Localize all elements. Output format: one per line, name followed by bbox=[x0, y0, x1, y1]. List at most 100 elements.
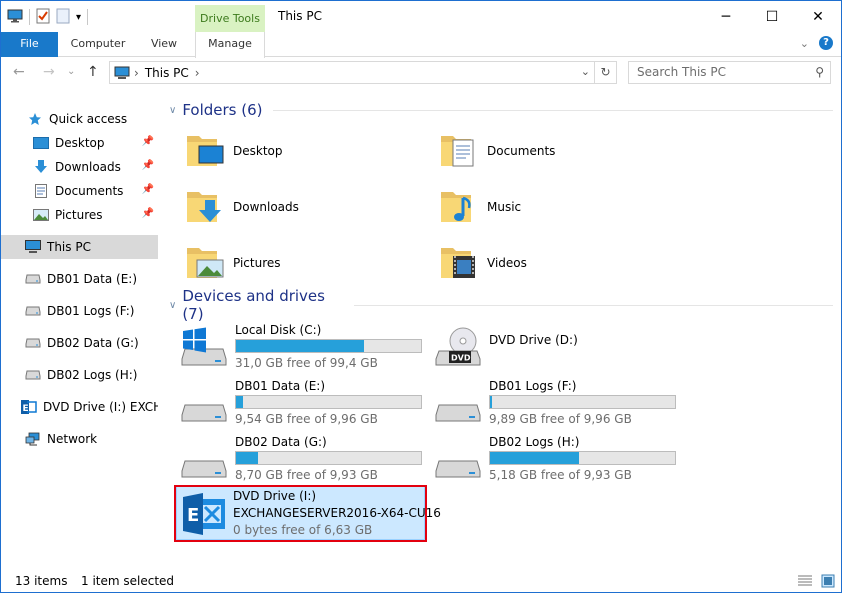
svg-text:E: E bbox=[23, 404, 29, 414]
up-button[interactable]: ↑ bbox=[87, 64, 99, 80]
disk-usage-fill bbox=[490, 396, 492, 408]
computer-icon bbox=[25, 239, 41, 255]
collapse-ribbon-icon[interactable]: ⌄ bbox=[800, 37, 809, 50]
sidebar-item-dvd-drive-i[interactable]: E DVD Drive (I:) EXCHA bbox=[1, 395, 158, 419]
sidebar-item-downloads[interactable]: Downloads 📌 bbox=[1, 155, 158, 179]
path-chevron[interactable]: › bbox=[195, 66, 200, 80]
drive-tools-context-tab: Drive Tools bbox=[195, 5, 265, 32]
hard-drive-icon bbox=[433, 439, 483, 479]
address-path[interactable]: This PC bbox=[145, 66, 189, 80]
pin-icon[interactable]: 📌 bbox=[142, 160, 154, 171]
hard-drive-icon bbox=[179, 383, 229, 423]
address-dropdown-icon[interactable]: ⌄ bbox=[581, 65, 590, 78]
pin-icon[interactable]: 📌 bbox=[142, 136, 154, 147]
minimize-button[interactable]: ─ bbox=[703, 1, 749, 32]
drive-db01-logs-f[interactable]: DB01 Logs (F:) 9,89 GB free of 9,96 GB bbox=[429, 375, 683, 427]
search-input[interactable]: Search This PC ⚲ bbox=[628, 61, 831, 84]
pin-icon[interactable]: 📌 bbox=[142, 184, 154, 195]
folder-desktop[interactable]: Desktop bbox=[185, 125, 425, 177]
drive-icon bbox=[25, 335, 41, 351]
details-view-icon[interactable] bbox=[797, 574, 813, 591]
tab-view[interactable]: View bbox=[141, 32, 187, 57]
sidebar-item-db01-data[interactable]: DB01 Data (E:) bbox=[1, 267, 158, 291]
network-icon bbox=[25, 431, 41, 447]
help-icon[interactable]: ? bbox=[819, 36, 833, 50]
drive-local-disk-c[interactable]: Local Disk (C:) 31,0 GB free of 99,4 GB bbox=[175, 319, 429, 371]
ribbon-tabs: File Computer View Manage ⌄ ? bbox=[1, 32, 841, 58]
pin-icon[interactable]: 📌 bbox=[142, 208, 154, 219]
close-button[interactable]: ✕ bbox=[795, 1, 841, 32]
exchange-icon: E bbox=[21, 399, 37, 415]
disk-usage-bar bbox=[235, 339, 422, 353]
group-divider bbox=[353, 304, 833, 306]
downloads-folder-icon bbox=[185, 186, 225, 229]
properties-icon[interactable] bbox=[36, 8, 50, 27]
drive-dvd-d[interactable]: DVD DVD Drive (D:) bbox=[429, 319, 683, 371]
sidebar-item-db02-data[interactable]: DB02 Data (G:) bbox=[1, 331, 158, 355]
dvd-drive-icon: DVD bbox=[433, 327, 483, 367]
music-folder-icon bbox=[439, 186, 479, 229]
quick-access-toolbar: ▾ bbox=[7, 7, 89, 27]
folders-group-header[interactable]: ∨ Folders (6) bbox=[169, 99, 833, 121]
desktop-folder-icon bbox=[185, 130, 225, 173]
pictures-folder-icon bbox=[185, 242, 225, 285]
documents-folder-icon bbox=[439, 130, 479, 173]
customize-toolbar-icon[interactable]: ▾ bbox=[76, 12, 81, 23]
download-icon bbox=[33, 159, 49, 175]
disk-usage-bar bbox=[489, 451, 676, 465]
maximize-button[interactable]: ☐ bbox=[749, 1, 795, 32]
explorer-window: ▾ Drive Tools This PC ─ ☐ ✕ File Compute… bbox=[0, 0, 842, 593]
tab-manage[interactable]: Manage bbox=[195, 32, 265, 58]
hard-drive-icon bbox=[179, 439, 229, 479]
drive-db01-data-e[interactable]: DB01 Data (E:) 9,54 GB free of 9,96 GB bbox=[175, 375, 429, 427]
toolbar-separator bbox=[29, 9, 30, 25]
sidebar-item-pictures[interactable]: Pictures 📌 bbox=[1, 203, 158, 227]
sidebar-item-desktop[interactable]: Desktop 📌 bbox=[1, 131, 158, 155]
back-button[interactable]: ← bbox=[13, 64, 25, 80]
tab-file[interactable]: File bbox=[1, 32, 58, 57]
chevron-down-icon[interactable]: ∨ bbox=[169, 300, 176, 311]
folder-videos[interactable]: Videos bbox=[439, 237, 679, 289]
hard-drive-icon bbox=[433, 383, 483, 423]
chevron-down-icon[interactable]: ∨ bbox=[169, 105, 176, 116]
tab-computer[interactable]: Computer bbox=[65, 32, 131, 57]
large-icons-view-icon[interactable] bbox=[821, 574, 835, 591]
search-icon[interactable]: ⚲ bbox=[815, 62, 824, 83]
refresh-button[interactable]: ↻ bbox=[594, 62, 616, 83]
folder-pictures[interactable]: Pictures bbox=[185, 237, 425, 289]
star-icon bbox=[27, 111, 43, 127]
item-count: 13 items bbox=[15, 574, 68, 588]
disk-usage-fill bbox=[490, 452, 579, 464]
sidebar-item-network[interactable]: Network bbox=[1, 427, 158, 451]
disk-usage-bar bbox=[489, 395, 676, 409]
disk-usage-bar bbox=[235, 395, 422, 409]
folder-music[interactable]: Music bbox=[439, 181, 679, 233]
recent-locations-button[interactable]: ⌄ bbox=[67, 66, 75, 77]
sidebar-item-documents[interactable]: Documents 📌 bbox=[1, 179, 158, 203]
videos-folder-icon bbox=[439, 242, 479, 285]
document-icon bbox=[33, 183, 49, 199]
sidebar-item-db01-logs[interactable]: DB01 Logs (F:) bbox=[1, 299, 158, 323]
computer-icon[interactable] bbox=[7, 9, 23, 26]
sidebar-item-quick-access[interactable]: Quick access bbox=[1, 107, 158, 131]
path-chevron[interactable]: › bbox=[134, 66, 139, 80]
drive-db02-logs-h[interactable]: DB02 Logs (H:) 5,18 GB free of 9,93 GB bbox=[429, 431, 683, 483]
folder-documents[interactable]: Documents bbox=[439, 125, 679, 177]
new-folder-icon[interactable] bbox=[56, 8, 70, 27]
window-title: This PC bbox=[278, 9, 322, 23]
svg-text:DVD: DVD bbox=[451, 354, 471, 363]
disk-usage-bar bbox=[235, 451, 422, 465]
drive-icon bbox=[25, 303, 41, 319]
group-divider bbox=[272, 109, 833, 111]
status-bar: 13 items 1 item selected bbox=[1, 571, 841, 592]
drives-group-header[interactable]: ∨ Devices and drives (7) bbox=[169, 287, 833, 323]
address-bar[interactable]: › This PC › ⌄ ↻ bbox=[109, 61, 617, 84]
drive-icon bbox=[25, 367, 41, 383]
forward-button[interactable]: → bbox=[43, 64, 55, 80]
windows-drive-icon bbox=[179, 327, 229, 367]
folder-downloads[interactable]: Downloads bbox=[185, 181, 425, 233]
sidebar-item-this-pc[interactable]: This PC bbox=[1, 235, 158, 259]
pictures-icon bbox=[33, 207, 49, 223]
drive-db02-data-g[interactable]: DB02 Data (G:) 8,70 GB free of 9,93 GB bbox=[175, 431, 429, 483]
sidebar-item-db02-logs[interactable]: DB02 Logs (H:) bbox=[1, 363, 158, 387]
